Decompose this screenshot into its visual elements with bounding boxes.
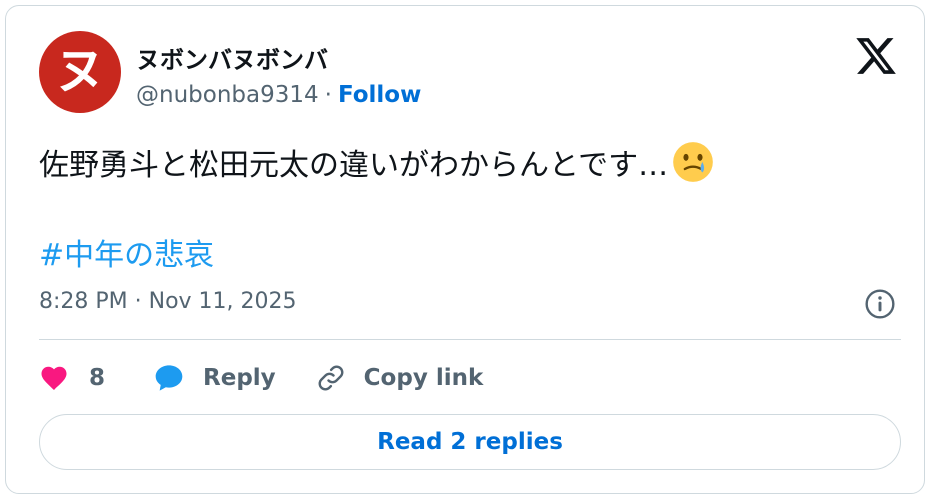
handle-separator: ·: [324, 82, 332, 108]
action-bar: 8 Reply Copy link: [39, 356, 483, 400]
copy-link-button[interactable]: Copy link: [316, 363, 484, 393]
avatar-glyph: ヌ: [55, 42, 105, 100]
author-handle[interactable]: @nubonba9314: [136, 82, 319, 108]
info-icon[interactable]: [864, 288, 896, 320]
tweet-body: 佐野勇斗と松田元太の違いがわからんとです…: [39, 148, 669, 183]
reply-button[interactable]: Reply: [153, 362, 276, 394]
copy-link-label: Copy link: [363, 365, 484, 391]
follow-button[interactable]: Follow: [338, 82, 421, 108]
like-count: 8: [89, 365, 106, 391]
tweet-text: 佐野勇斗と松田元太の違いがわからんとです…: [39, 140, 714, 184]
avatar[interactable]: ヌ: [39, 31, 121, 113]
x-logo-icon[interactable]: [854, 34, 898, 78]
link-icon: [318, 365, 344, 391]
tweet-embed-card: ヌ ヌボンバヌボンバ @nubonba9314 · Follow 佐野勇斗と松田元太…: [5, 5, 925, 494]
divider: [39, 339, 901, 340]
tear-face-emoji-icon: [673, 142, 713, 182]
read-replies-label: Read 2 replies: [377, 429, 563, 455]
tweet-timestamp[interactable]: 8:28 PM · Nov 11, 2025: [39, 289, 297, 314]
read-replies-button[interactable]: Read 2 replies: [39, 414, 901, 470]
reply-label: Reply: [203, 365, 276, 391]
speech-bubble-icon: [155, 365, 183, 391]
author-handle-row: @nubonba9314 · Follow: [136, 82, 421, 108]
like-button[interactable]: 8: [39, 363, 105, 393]
heart-icon: [41, 366, 67, 390]
hashtag-link[interactable]: #中年の悲哀: [39, 230, 214, 274]
author-display-name[interactable]: ヌボンバヌボンバ: [136, 40, 328, 75]
